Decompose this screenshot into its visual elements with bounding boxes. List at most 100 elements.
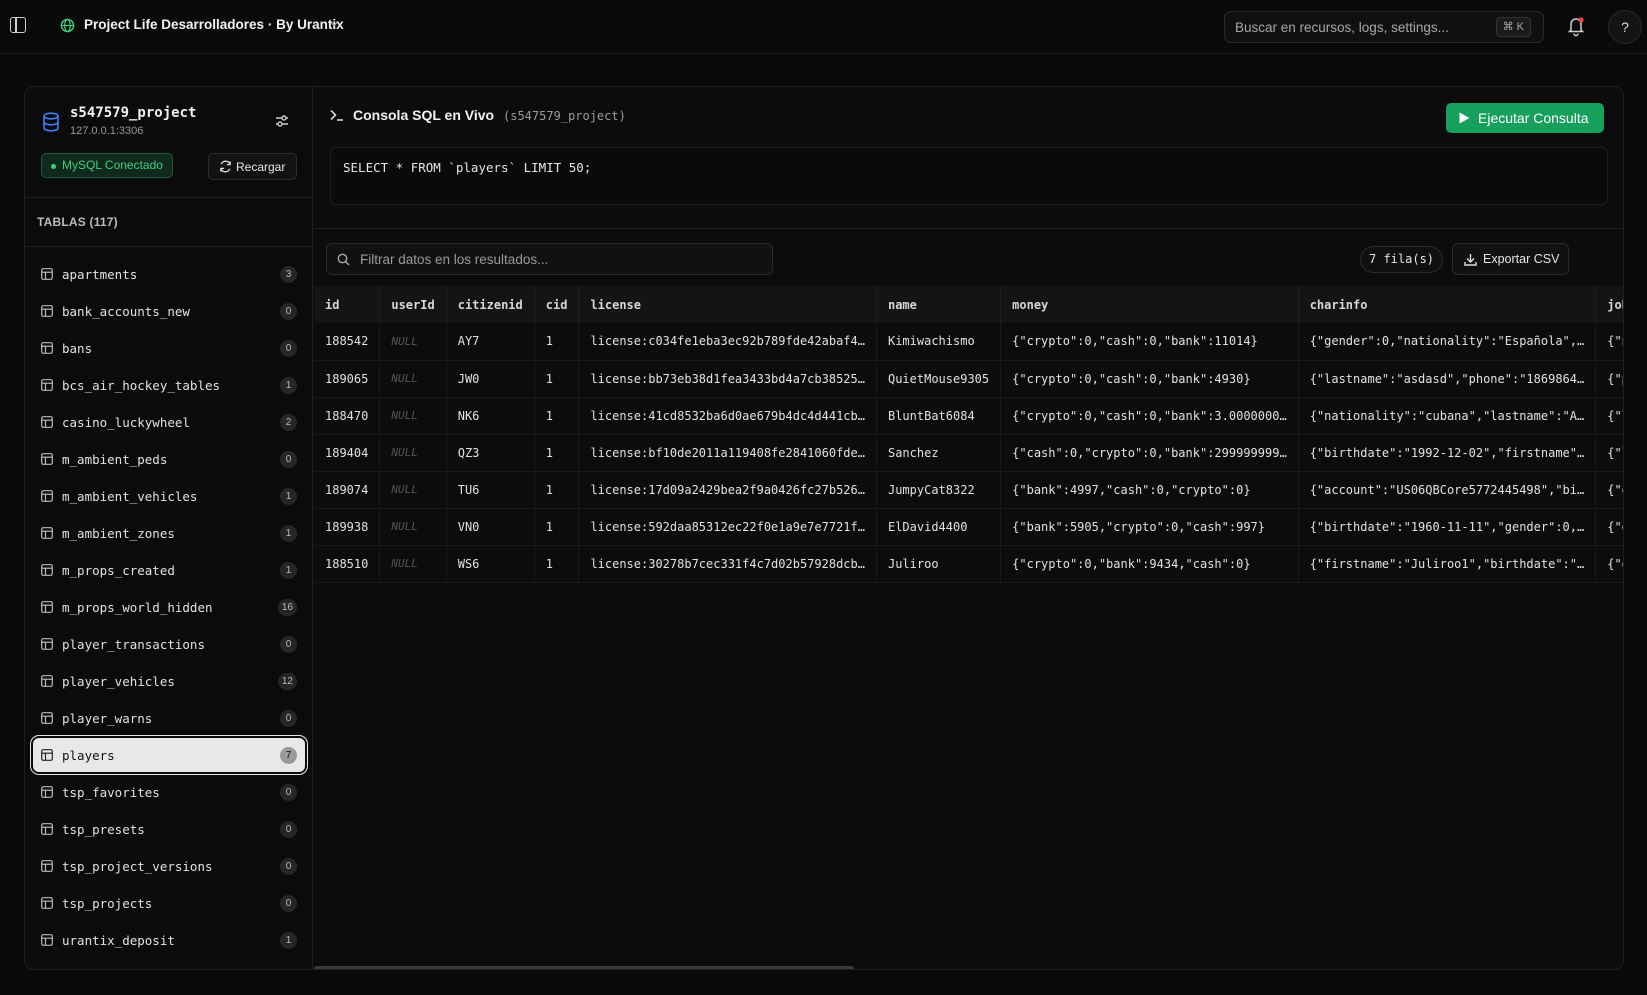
cell-citizenid[interactable]: WS6 <box>446 545 535 583</box>
cell-job[interactable]: {"l <box>1595 434 1623 472</box>
cell-job[interactable]: {"o <box>1595 508 1623 546</box>
cell-id[interactable]: 189065 <box>314 360 381 398</box>
column-header-job[interactable]: job <box>1595 286 1623 323</box>
table-item-player-transactions[interactable]: player_transactions 0 <box>33 627 305 661</box>
table-row[interactable]: 188542 NULL AY7 1 license:c034fe1eba3ec92b78… <box>314 323 1623 361</box>
cell-userid[interactable]: NULL <box>379 360 447 398</box>
help-button[interactable]: ? <box>1608 10 1642 44</box>
cell-id[interactable]: 189938 <box>314 508 381 546</box>
cell-name[interactable]: JumpyCat8322 <box>876 471 1002 509</box>
cell-money[interactable]: {"crypto":0,"cash":0,"bank":3.0000000… <box>1000 397 1299 435</box>
reload-button[interactable]: Recargar <box>208 153 297 180</box>
table-item-bcs-air-hockey-tables[interactable]: bcs_air_hockey_tables 1 <box>33 368 305 402</box>
cell-name[interactable]: Sanchez <box>876 434 1002 472</box>
cell-userid[interactable]: NULL <box>379 323 447 361</box>
table-row[interactable]: 189404 NULL QZ3 1 license:bf10de2011a119408f… <box>314 434 1623 472</box>
table-item-bank-accounts-new[interactable]: bank_accounts_new 0 <box>33 294 305 328</box>
cell-citizenid[interactable]: NK6 <box>446 397 535 435</box>
table-row[interactable]: 189938 NULL VN0 1 license:592daa85312ec22f0e… <box>314 508 1623 546</box>
cell-license[interactable]: license:41cd8532ba6d0ae679b4dc4d441cb… <box>578 397 877 435</box>
cell-license[interactable]: license:17d09a2429bea2f9a0426fc27b526… <box>578 471 877 509</box>
cell-license[interactable]: license:c034fe1eba3ec92b789fde42abaf4… <box>578 323 877 361</box>
table-item-player-warns[interactable]: player_warns 0 <box>33 701 305 735</box>
cell-money[interactable]: {"crypto":0,"bank":9434,"cash":0} <box>1000 545 1299 583</box>
table-item-bans[interactable]: bans 0 <box>33 331 305 365</box>
cell-license[interactable]: license:bf10de2011a119408fe2841060fde… <box>578 434 877 472</box>
table-row[interactable]: 189065 NULL JW0 1 license:bb73eb38d1fea3433b… <box>314 360 1623 398</box>
cell-job[interactable]: {"p <box>1595 360 1623 398</box>
table-row[interactable]: 188470 NULL NK6 1 license:41cd8532ba6d0ae679… <box>314 397 1623 435</box>
cell-id[interactable]: 189074 <box>314 471 381 509</box>
column-header-citizenid[interactable]: citizenid <box>446 286 535 323</box>
table-item-m-ambient-vehicles[interactable]: m_ambient_vehicles 1 <box>33 479 305 513</box>
column-header-charinfo[interactable]: charinfo <box>1298 286 1597 323</box>
cell-citizenid[interactable]: AY7 <box>446 323 535 361</box>
cell-id[interactable]: 188542 <box>314 323 381 361</box>
results-grid[interactable]: id userId citizenid cid license name money char… <box>314 286 1623 969</box>
bell-icon[interactable] <box>1566 15 1586 37</box>
cell-license[interactable]: license:592daa85312ec22f0e1a9e7e7721f… <box>578 508 877 546</box>
table-item-player-vehicles[interactable]: player_vehicles 12 <box>33 664 305 698</box>
cell-money[interactable]: {"crypto":0,"cash":0,"bank":4930} <box>1000 360 1299 398</box>
table-item-tsp-favorites[interactable]: tsp_favorites 0 <box>33 775 305 809</box>
cell-name[interactable]: BluntBat6084 <box>876 397 1002 435</box>
cell-name[interactable]: ElDavid4400 <box>876 508 1002 546</box>
cell-money[interactable]: {"bank":5905,"crypto":0,"cash":997} <box>1000 508 1299 546</box>
cell-charinfo[interactable]: {"account":"US06QBCore5772445498","bi… <box>1298 471 1597 509</box>
cell-userid[interactable]: NULL <box>379 471 447 509</box>
table-item-m-ambient-peds[interactable]: m_ambient_peds 0 <box>33 442 305 476</box>
cell-id[interactable]: 188470 <box>314 397 381 435</box>
table-item-urantix-deposit[interactable]: urantix_deposit 1 <box>33 923 305 957</box>
results-filter-input[interactable]: Filtrar datos en los resultados... <box>326 243 773 275</box>
cell-citizenid[interactable]: QZ3 <box>446 434 535 472</box>
cell-name[interactable]: QuietMouse9305 <box>876 360 1002 398</box>
export-csv-button[interactable]: Exportar CSV <box>1452 243 1569 275</box>
column-header-license[interactable]: license <box>578 286 877 323</box>
table-item-tsp-project-versions[interactable]: tsp_project_versions 0 <box>33 849 305 883</box>
cell-userid[interactable]: NULL <box>379 434 447 472</box>
sql-query-text[interactable]: SELECT * FROM `players` LIMIT 50; <box>343 160 591 175</box>
cell-money[interactable]: {"bank":4997,"cash":0,"crypto":0} <box>1000 471 1299 509</box>
cell-userid[interactable]: NULL <box>379 397 447 435</box>
cell-citizenid[interactable]: JW0 <box>446 360 535 398</box>
column-header-money[interactable]: money <box>1000 286 1299 323</box>
table-item-m-ambient-zones[interactable]: m_ambient_zones 1 <box>33 516 305 550</box>
chevron-down-icon[interactable] <box>329 19 339 29</box>
cell-license[interactable]: license:30278b7cec331f4c7d02b57928dcb… <box>578 545 877 583</box>
column-header-userid[interactable]: userId <box>379 286 447 323</box>
column-header-id[interactable]: id <box>314 286 381 323</box>
cell-money[interactable]: {"cash":0,"crypto":0,"bank":299999999… <box>1000 434 1299 472</box>
global-search-input[interactable]: Buscar en recursos, logs, settings... ⌘ … <box>1224 11 1544 43</box>
cell-name[interactable]: Kimiwachismo <box>876 323 1002 361</box>
cell-charinfo[interactable]: {"gender":0,"nationality":"Española",… <box>1298 323 1597 361</box>
cell-userid[interactable]: NULL <box>379 508 447 546</box>
horizontal-scrollbar[interactable] <box>314 966 854 969</box>
table-item-casino-luckywheel[interactable]: casino_luckywheel 2 <box>33 405 305 439</box>
cell-cid[interactable]: 1 <box>534 397 580 435</box>
cell-userid[interactable]: NULL <box>379 545 447 583</box>
sliders-icon[interactable] <box>274 113 290 129</box>
sidebar-toggle-icon[interactable] <box>10 17 26 33</box>
cell-charinfo[interactable]: {"birthdate":"1992-12-02","firstname"… <box>1298 434 1597 472</box>
cell-citizenid[interactable]: TU6 <box>446 471 535 509</box>
run-query-button[interactable]: Ejecutar Consulta <box>1446 103 1604 133</box>
column-header-cid[interactable]: cid <box>534 286 580 323</box>
cell-cid[interactable]: 1 <box>534 508 580 546</box>
cell-money[interactable]: {"crypto":0,"cash":0,"bank":11014} <box>1000 323 1299 361</box>
cell-id[interactable]: 189404 <box>314 434 381 472</box>
cell-cid[interactable]: 1 <box>534 323 580 361</box>
table-item-tsp-presets[interactable]: tsp_presets 0 <box>33 812 305 846</box>
cell-cid[interactable]: 1 <box>534 471 580 509</box>
cell-charinfo[interactable]: {"lastname":"asdasd","phone":"1869864… <box>1298 360 1597 398</box>
cell-cid[interactable]: 1 <box>534 360 580 398</box>
table-item-players[interactable]: players 7 <box>33 738 305 772</box>
cell-cid[interactable]: 1 <box>534 434 580 472</box>
cell-charinfo[interactable]: {"birthdate":"1960-11-11","gender":0,… <box>1298 508 1597 546</box>
sql-editor[interactable]: SELECT * FROM `players` LIMIT 50; <box>330 147 1608 205</box>
cell-cid[interactable]: 1 <box>534 545 580 583</box>
cell-job[interactable]: {"l <box>1595 397 1623 435</box>
cell-job[interactable]: {"o <box>1595 545 1623 583</box>
cell-license[interactable]: license:bb73eb38d1fea3433bd4a7cb38525… <box>578 360 877 398</box>
cell-id[interactable]: 188510 <box>314 545 381 583</box>
cell-job[interactable]: {"o <box>1595 471 1623 509</box>
